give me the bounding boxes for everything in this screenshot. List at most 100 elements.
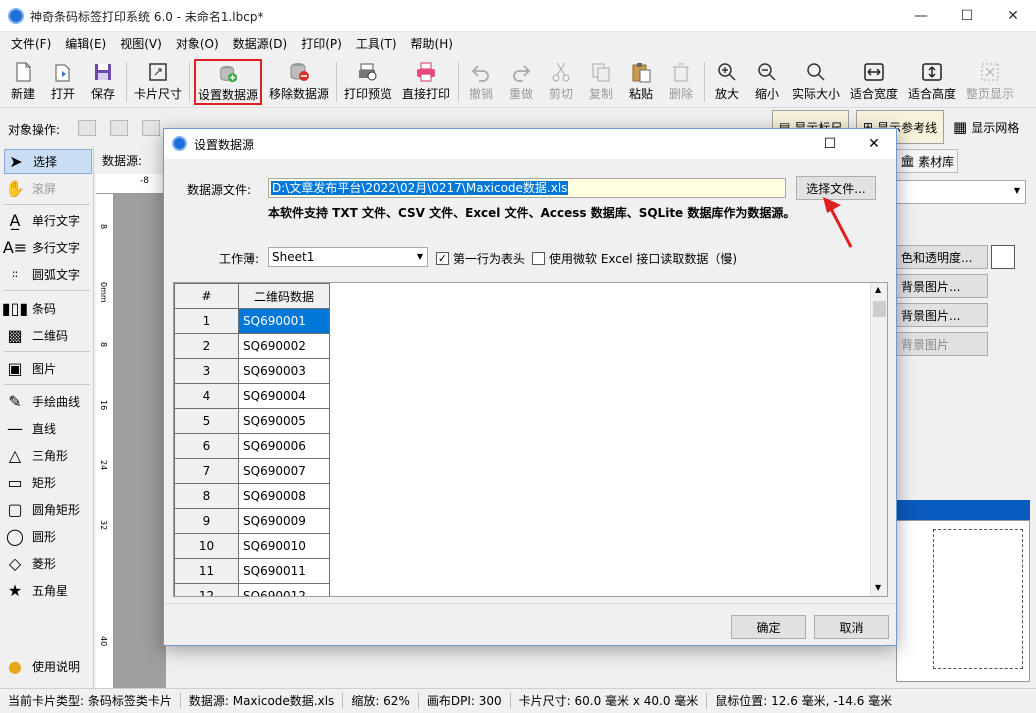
close-button[interactable]: ✕ xyxy=(990,0,1036,32)
use-ms-excel-checkbox[interactable]: 使用微软 Excel 接口读取数据（慢) xyxy=(532,250,737,267)
qrdata-cell[interactable]: SQ690008 xyxy=(238,483,330,509)
tool-circle[interactable]: ◯ 圆形 xyxy=(4,524,92,549)
tool-qrcode[interactable]: ▩ 二维码 xyxy=(4,323,92,348)
column-header-qrdata[interactable]: 二维码数据 xyxy=(238,283,330,309)
menu-file[interactable]: 文件(F) xyxy=(4,33,58,55)
delete-button[interactable]: 删除 xyxy=(662,58,700,106)
table-row[interactable]: 9 SQ690009 xyxy=(174,508,330,534)
table-row[interactable]: 6 SQ690006 xyxy=(174,433,330,459)
qrdata-cell[interactable]: SQ690004 xyxy=(238,383,330,409)
first-row-header-checkbox[interactable]: ✓ 第一行为表头 xyxy=(436,250,525,267)
dialog-close-button[interactable]: ✕ xyxy=(852,129,896,159)
save-button[interactable]: 保存 xyxy=(84,58,122,106)
qrdata-cell[interactable]: SQ690012 xyxy=(238,583,330,596)
row-index-cell[interactable]: 11 xyxy=(174,558,239,584)
bg-image-button-3[interactable]: 背景图片 xyxy=(896,332,988,356)
qrdata-cell[interactable]: SQ690009 xyxy=(238,508,330,534)
cancel-button[interactable]: 取消 xyxy=(814,615,889,639)
table-row[interactable]: 1 SQ690001 xyxy=(174,308,330,334)
menu-datasource[interactable]: 数据源(D) xyxy=(226,33,295,55)
tool-image[interactable]: ▣ 图片 xyxy=(4,356,92,381)
color-swatch[interactable] xyxy=(991,245,1015,269)
copy-button[interactable]: 复制 xyxy=(582,58,620,106)
card-size-button[interactable]: 卡片尺寸 xyxy=(131,58,185,106)
tool-rectangle[interactable]: ▭ 矩形 xyxy=(4,470,92,495)
minimize-button[interactable]: — xyxy=(898,0,944,32)
material-tab[interactable]: 🏛 素材库 xyxy=(896,149,958,173)
tool-line[interactable]: — 直线 xyxy=(4,416,92,441)
scroll-up-icon[interactable]: ▲ xyxy=(875,285,881,294)
qrdata-cell[interactable]: SQ690006 xyxy=(238,433,330,459)
row-index-cell[interactable]: 8 xyxy=(174,483,239,509)
row-index-cell[interactable]: 6 xyxy=(174,433,239,459)
color-opacity-button[interactable]: 色和透明度... xyxy=(896,245,988,269)
menu-view[interactable]: 视图(V) xyxy=(113,33,169,55)
fit-width-button[interactable]: 适合宽度 xyxy=(847,58,901,106)
set-datasource-button[interactable]: 设置数据源 xyxy=(194,59,262,105)
row-index-cell[interactable]: 10 xyxy=(174,533,239,559)
tool-star[interactable]: ★ 五角星 xyxy=(4,578,92,603)
datasource-file-input[interactable]: D:\文章发布平台\2022\02月\0217\Maxicode数据.xls xyxy=(268,178,786,198)
qrdata-cell[interactable]: SQ690005 xyxy=(238,408,330,434)
dialog-maximize-button[interactable]: ☐ xyxy=(808,129,852,159)
tool-select[interactable]: ➤ 选择 xyxy=(4,149,92,174)
bg-image-button-2[interactable]: 背景图片... xyxy=(896,303,988,327)
qrdata-cell[interactable]: SQ690010 xyxy=(238,533,330,559)
table-row[interactable]: 2 SQ690002 xyxy=(174,333,330,359)
cut-button[interactable]: 剪切 xyxy=(542,58,580,106)
row-index-cell[interactable]: 4 xyxy=(174,383,239,409)
menu-help[interactable]: 帮助(H) xyxy=(404,33,460,55)
table-row[interactable]: 5 SQ690005 xyxy=(174,408,330,434)
table-row[interactable]: 11 SQ690011 xyxy=(174,558,330,584)
menu-print[interactable]: 打印(P) xyxy=(294,33,349,55)
qrdata-cell[interactable]: SQ690011 xyxy=(238,558,330,584)
data-grid[interactable]: # 二维码数据 1 SQ690001 2 SQ690002 3 SQ690003 4 SQ69… xyxy=(173,282,888,597)
fit-height-button[interactable]: 适合高度 xyxy=(905,58,959,106)
maximize-button[interactable]: ☐ xyxy=(944,0,990,32)
print-preview-button[interactable]: 打印预览 xyxy=(341,58,395,106)
tool-barcode[interactable]: ▮▯▮ 条码 xyxy=(2,296,92,321)
table-row[interactable]: 7 SQ690007 xyxy=(174,458,330,484)
qrdata-cell[interactable]: SQ690002 xyxy=(238,333,330,359)
qrdata-cell[interactable]: SQ690007 xyxy=(238,458,330,484)
properties-dropdown[interactable]: ▼ xyxy=(896,180,1026,204)
table-row[interactable]: 8 SQ690008 xyxy=(174,483,330,509)
tool-diamond[interactable]: ◇ 菱形 xyxy=(4,551,92,576)
remove-datasource-button[interactable]: 移除数据源 xyxy=(266,58,332,106)
ok-button[interactable]: 确定 xyxy=(731,615,806,639)
grid-scrollbar[interactable]: ▲ ▼ xyxy=(870,283,887,596)
scroll-down-icon[interactable]: ▼ xyxy=(875,583,881,592)
qrdata-cell[interactable]: SQ690003 xyxy=(238,358,330,384)
table-row[interactable]: 10 SQ690010 xyxy=(174,533,330,559)
bg-image-button-1[interactable]: 背景图片... xyxy=(896,274,988,298)
open-button[interactable]: 打开 xyxy=(44,58,82,106)
tool-rounded-rect[interactable]: ▢ 圆角矩形 xyxy=(4,497,92,522)
row-index-cell[interactable]: 9 xyxy=(174,508,239,534)
menu-tools[interactable]: 工具(T) xyxy=(349,33,404,55)
table-row[interactable]: 4 SQ690004 xyxy=(174,383,330,409)
zoom-out-button[interactable]: 缩小 xyxy=(748,58,786,106)
tool-single-text[interactable]: A̲ 单行文字 xyxy=(4,208,92,233)
zoom-in-button[interactable]: 放大 xyxy=(708,58,746,106)
tool-freehand[interactable]: ✎ 手绘曲线 xyxy=(4,389,92,414)
new-button[interactable]: 新建 xyxy=(4,58,42,106)
menu-object[interactable]: 对象(O) xyxy=(169,33,226,55)
workbook-select[interactable]: Sheet1 ▼ xyxy=(268,247,428,267)
column-header-index[interactable]: # xyxy=(174,283,239,309)
row-index-cell[interactable]: 5 xyxy=(174,408,239,434)
design-canvas[interactable] xyxy=(114,194,166,688)
undo-button[interactable]: 撤销 xyxy=(462,58,500,106)
qrdata-cell[interactable]: SQ690001 xyxy=(238,308,330,334)
redo-button[interactable]: 重做 xyxy=(502,58,540,106)
tool-arc-text[interactable]: ∶∶ 圆弧文字 xyxy=(4,262,92,287)
table-row[interactable]: 3 SQ690003 xyxy=(174,358,330,384)
tool-scroll[interactable]: ✋ 滚屏 xyxy=(4,176,92,201)
row-index-cell[interactable]: 12 xyxy=(174,583,239,596)
actual-size-button[interactable]: 实际大小 xyxy=(789,58,843,106)
row-index-cell[interactable]: 7 xyxy=(174,458,239,484)
full-page-button[interactable]: 整页显示 xyxy=(963,58,1017,106)
row-index-cell[interactable]: 2 xyxy=(174,333,239,359)
show-grid-toggle[interactable]: ▦ 显示网格 xyxy=(953,116,1019,138)
table-row[interactable]: 12 SQ690012 xyxy=(174,583,330,596)
tool-multi-text[interactable]: A≡ 多行文字 xyxy=(3,235,92,260)
